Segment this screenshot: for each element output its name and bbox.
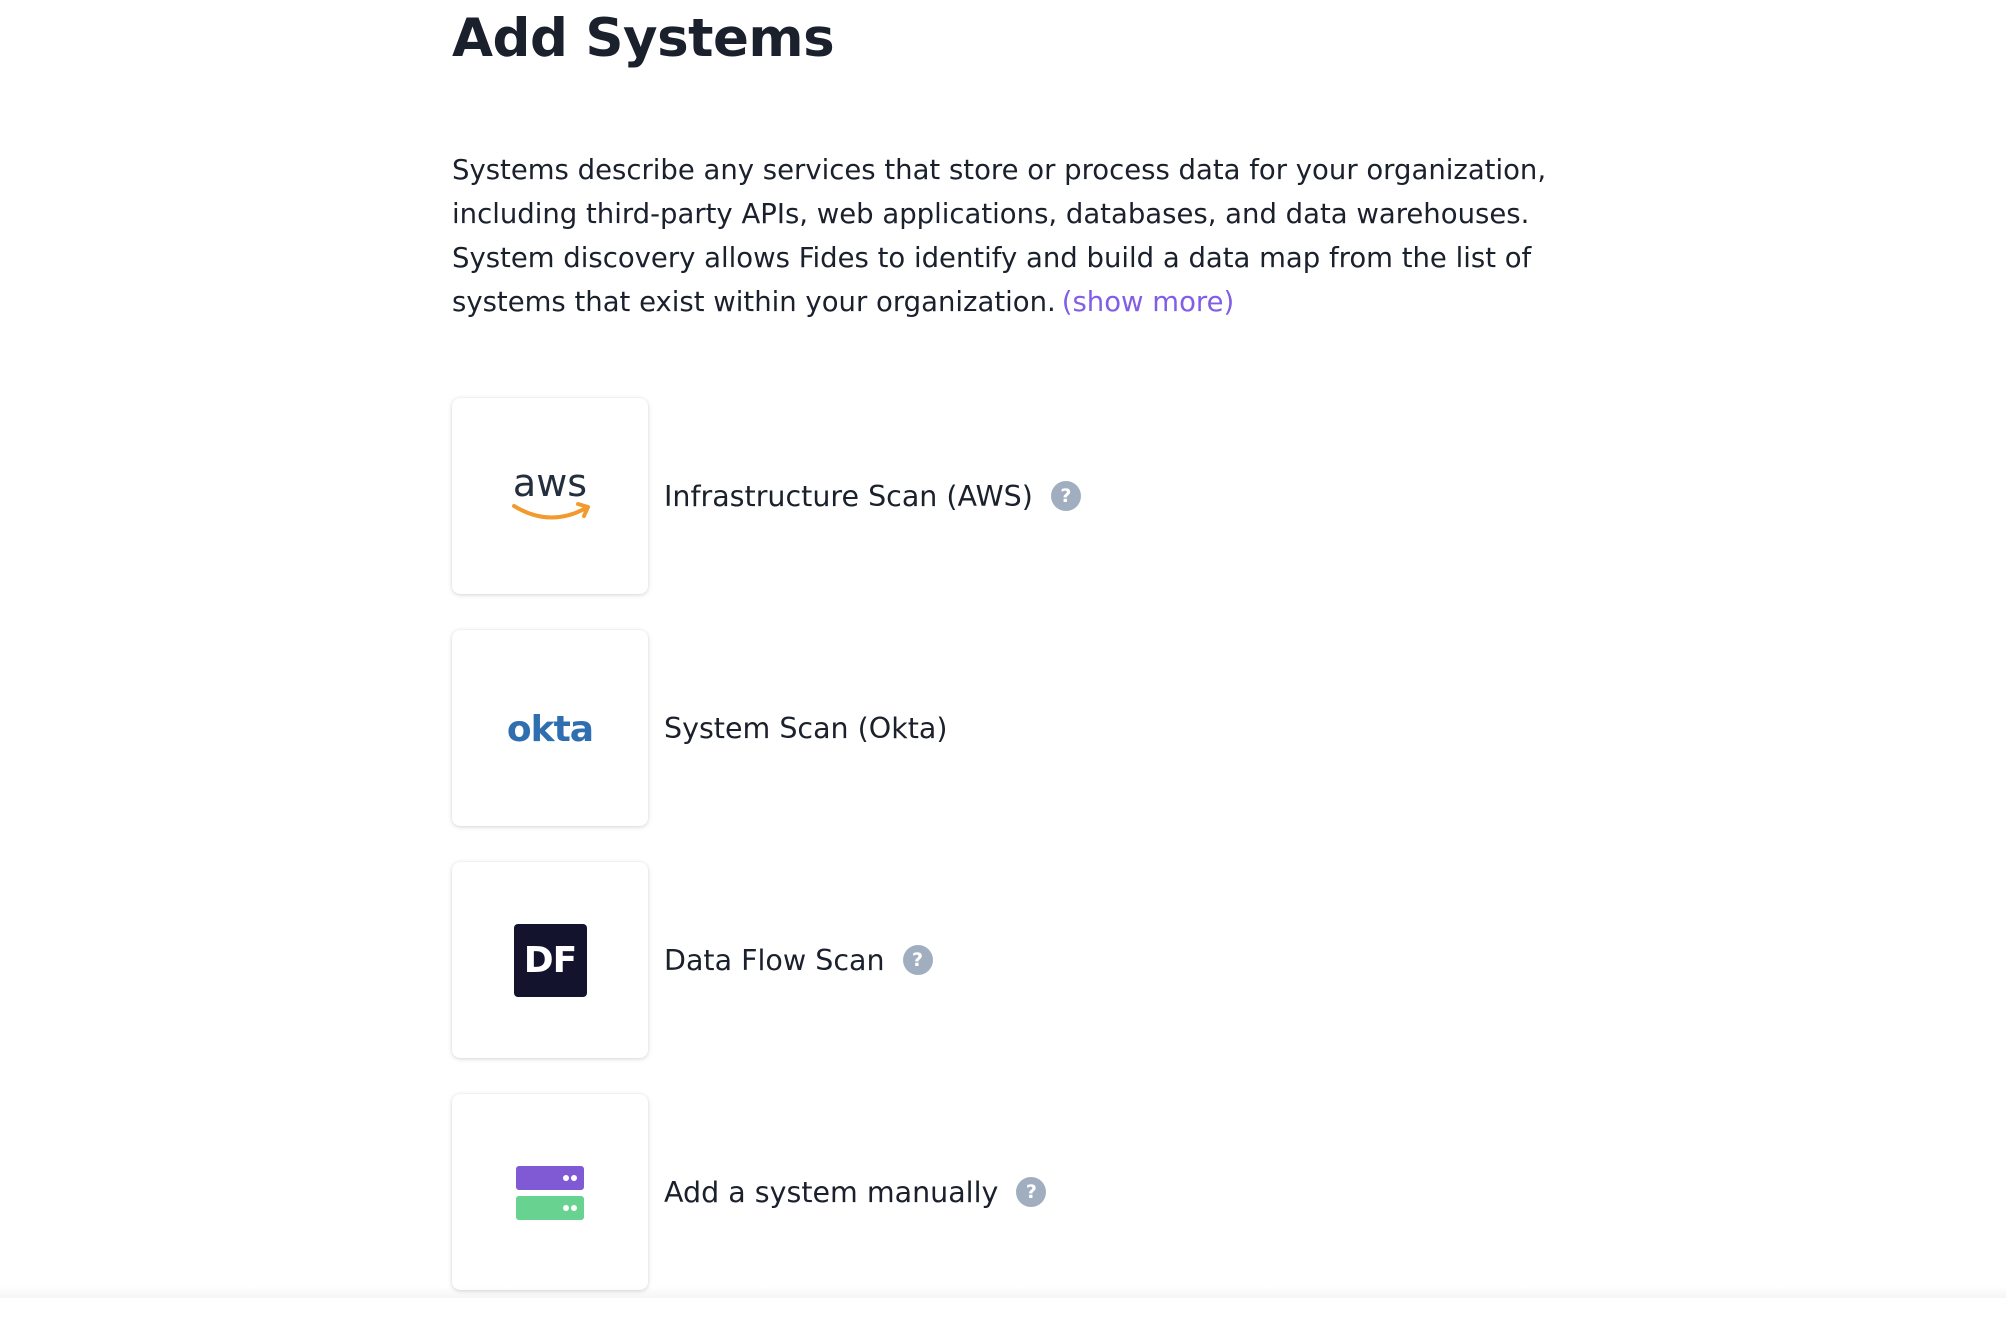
- aws-tile[interactable]: aws: [452, 398, 648, 594]
- help-icon[interactable]: ?: [1016, 1177, 1047, 1207]
- option-label: Add a system manually: [664, 1175, 999, 1209]
- okta-logo-icon: okta: [507, 709, 594, 750]
- help-icon[interactable]: ?: [1050, 481, 1081, 511]
- help-icon[interactable]: ?: [902, 945, 933, 975]
- option-add-system-manually[interactable]: Add a system manually ?: [452, 1094, 1081, 1290]
- option-label: Infrastructure Scan (AWS): [664, 479, 1033, 513]
- aws-logo-icon: aws: [512, 464, 590, 520]
- page-title: Add Systems: [452, 8, 835, 69]
- data-flow-tile[interactable]: DF: [452, 862, 648, 1058]
- option-data-flow-scan[interactable]: DF Data Flow Scan ?: [452, 862, 1081, 1058]
- okta-tile[interactable]: okta: [452, 630, 648, 826]
- option-label: System Scan (Okta): [664, 711, 948, 745]
- page-description: Systems describe any services that store…: [452, 148, 1582, 324]
- option-system-scan-okta[interactable]: okta System Scan (Okta): [452, 630, 1081, 826]
- okta-logo-text: okta: [507, 709, 593, 750]
- system-options-list: aws Infrastructure Scan (AWS) ? okta Sys…: [452, 398, 1081, 1326]
- data-flow-logo-icon: DF: [513, 923, 587, 997]
- aws-logo-text: aws: [513, 464, 587, 505]
- footer-shadow: [0, 1286, 2006, 1298]
- option-label: Data Flow Scan: [664, 943, 885, 977]
- manual-system-tile[interactable]: [452, 1094, 648, 1290]
- option-infrastructure-scan-aws[interactable]: aws Infrastructure Scan (AWS) ?: [452, 398, 1081, 594]
- df-logo-text: DF: [523, 939, 577, 981]
- show-more-link[interactable]: (show more): [1062, 286, 1235, 318]
- server-stack-icon: [516, 1166, 584, 1220]
- description-text: Systems describe any services that store…: [452, 154, 1547, 318]
